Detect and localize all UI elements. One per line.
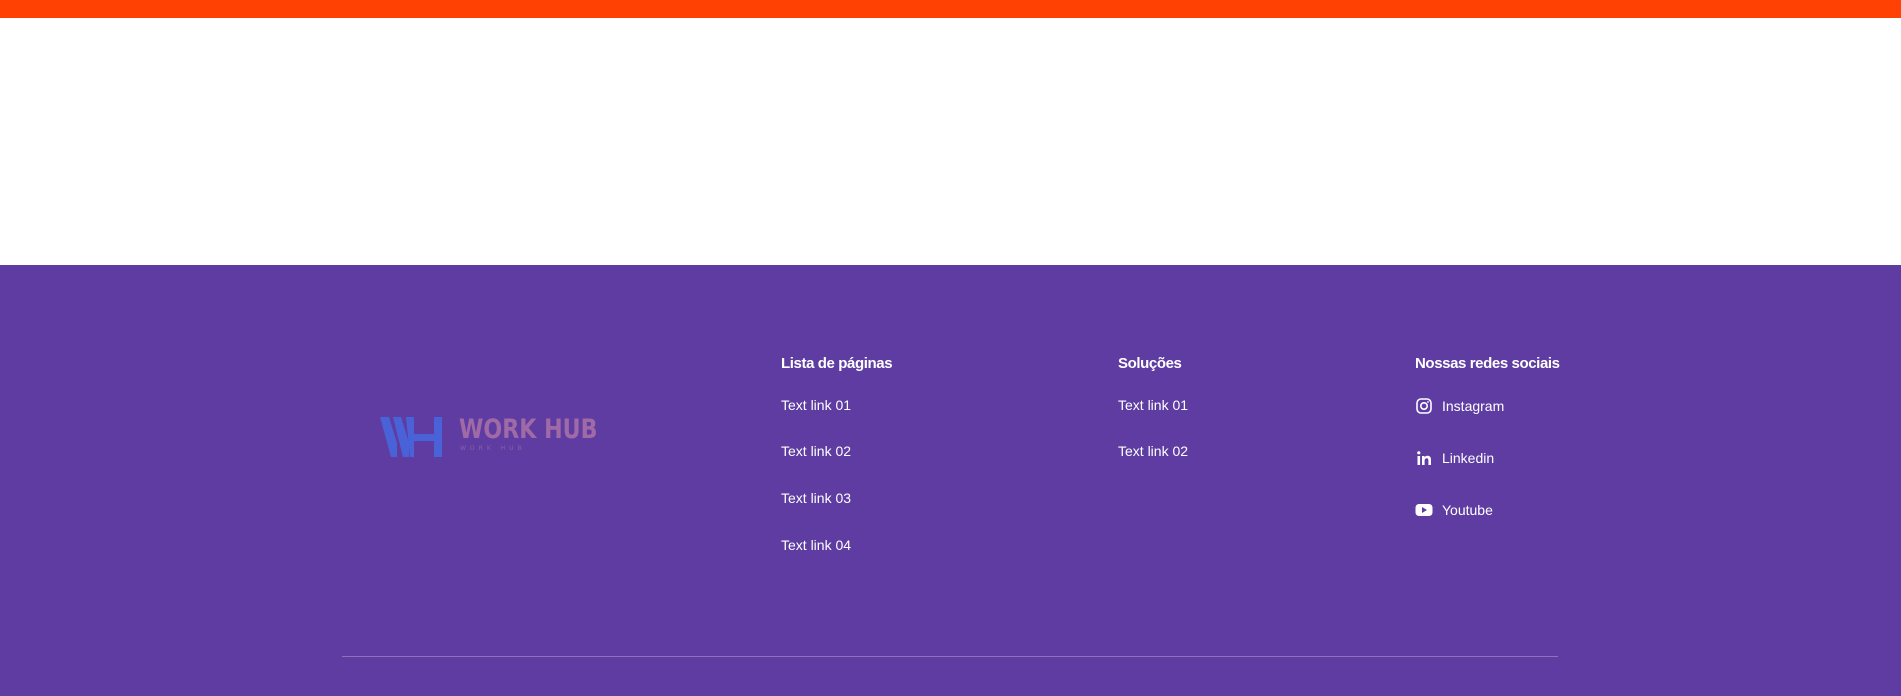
footer-pages-column: Lista de páginas Text link 01 Text link …	[781, 355, 893, 553]
page-content-area	[0, 18, 1901, 265]
social-label-youtube: Youtube	[1442, 502, 1493, 518]
footer-divider	[342, 656, 1558, 657]
footer-solution-link-2[interactable]: Text link 02	[1118, 443, 1188, 459]
social-label-linkedin: Linkedin	[1442, 450, 1495, 466]
solutions-column-title: Soluções	[1118, 355, 1182, 372]
work-hub-logo[interactable]: WORK HUB WORK HUB	[380, 415, 598, 461]
social-label-instagram: Instagram	[1442, 398, 1505, 414]
footer-page-link-2[interactable]: Text link 02	[781, 443, 851, 459]
linkedin-icon	[1415, 449, 1433, 467]
work-hub-logo-mark-icon	[380, 417, 442, 457]
pages-column-title: Lista de páginas	[781, 355, 893, 372]
footer-page-link-4[interactable]: Text link 04	[781, 537, 851, 553]
footer-page-link-1[interactable]: Text link 01	[781, 397, 851, 413]
site-footer: WORK HUB WORK HUB Lista de páginas Text …	[0, 265, 1901, 696]
footer-social-column: Nossas redes sociais Instagram Linkedin	[1415, 355, 1560, 518]
logo-tagline: WORK HUB	[460, 445, 526, 452]
footer-solutions-column: Soluções Text link 01 Text link 02	[1118, 355, 1188, 459]
social-link-linkedin[interactable]: Linkedin	[1415, 449, 1494, 467]
social-column-title: Nossas redes sociais	[1415, 355, 1560, 372]
instagram-icon	[1415, 397, 1433, 415]
social-link-instagram[interactable]: Instagram	[1415, 397, 1504, 415]
youtube-icon	[1415, 501, 1433, 519]
social-link-youtube[interactable]: Youtube	[1415, 501, 1493, 519]
top-accent-bar	[0, 0, 1901, 18]
logo-wordmark: WORK HUB	[459, 414, 598, 445]
footer-page-link-3[interactable]: Text link 03	[781, 490, 851, 506]
footer-solution-link-1[interactable]: Text link 01	[1118, 397, 1188, 413]
